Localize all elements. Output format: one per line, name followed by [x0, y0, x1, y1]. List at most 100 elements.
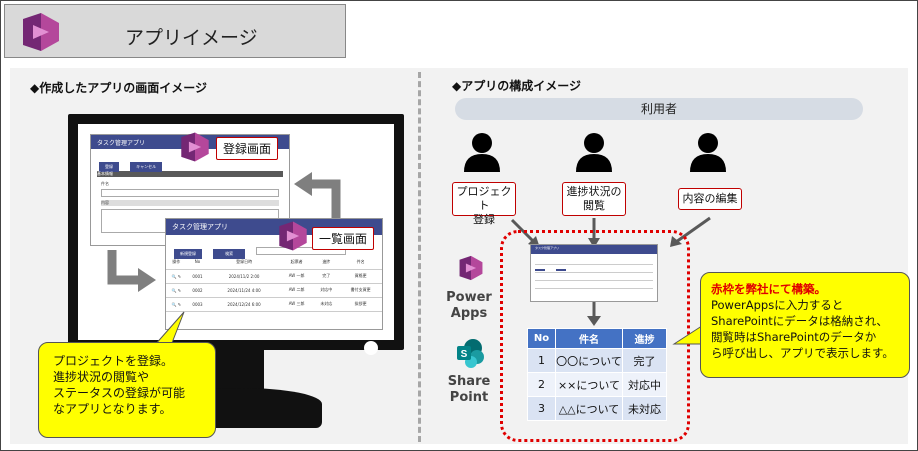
- row-actions[interactable]: 🔍 ✎: [166, 269, 187, 284]
- left-section-title: ◆作成したアプリの画面イメージ: [30, 81, 207, 95]
- cell-author: AW 二郎: [279, 283, 314, 298]
- table-row[interactable]: 🔍 ✎ 0001 2024/11/2 2:00 AW 一郎 完了 資格更: [166, 269, 382, 284]
- task-table: 操作 No 登録日時 起票者 進捗 件名 🔍 ✎ 0001 2024/11/2 …: [166, 255, 382, 312]
- cell-subject: △△について: [555, 396, 623, 421]
- mini-app-screen: タスク管理アプリ: [530, 244, 658, 302]
- action-progress-view: 進捗状況の 閲覧: [562, 182, 626, 216]
- cell-date: 2024/11/2 2:00: [208, 269, 280, 284]
- cell-no: 0002: [186, 283, 209, 298]
- power-apps-logo-icon: [23, 13, 59, 51]
- cell-date: 2024/12/24 6:00: [208, 297, 280, 312]
- header-band: アプリイメージ: [4, 4, 346, 58]
- cell-no: 3: [527, 396, 556, 421]
- power-apps-icon: [459, 255, 483, 281]
- power-apps-icon: [181, 132, 209, 162]
- cell-status: 完了: [622, 348, 667, 373]
- power-apps-icon: [279, 221, 307, 251]
- sharepoint-data-table: No 件名 進捗 1 〇〇について 完了 2 ××について 対応中 3 △△につ…: [527, 328, 667, 421]
- power-apps-label-line: Apps: [450, 306, 488, 321]
- sharepoint-label-line: Share: [447, 374, 491, 389]
- down-arrow-icon: [587, 302, 601, 326]
- search-icon[interactable]: 🔍: [171, 288, 176, 293]
- arrow-to-list-icon: [294, 172, 341, 218]
- cell-subject: 資格更: [339, 269, 382, 284]
- search-icon[interactable]: 🔍: [171, 302, 176, 307]
- cell-subject: 〇〇について: [555, 348, 623, 373]
- action-line: プロジェクト: [456, 185, 512, 212]
- cell-status: 完了: [313, 269, 340, 284]
- table-header-cell: No: [527, 328, 556, 349]
- cell-no: 0001: [186, 269, 209, 284]
- callout-line: PowerAppsに入力すると: [711, 298, 844, 312]
- row-actions[interactable]: 🔍 ✎: [166, 283, 187, 298]
- callout-line: プロジェクトを登録。: [53, 354, 174, 368]
- subject-input[interactable]: [101, 189, 279, 197]
- sharepoint-label: Share Point: [440, 374, 498, 406]
- row-actions[interactable]: 🔍 ✎: [166, 297, 187, 312]
- edit-icon[interactable]: ✎: [178, 274, 181, 279]
- power-apps-label: Power Apps: [440, 290, 498, 322]
- action-line: 内容の編集: [682, 192, 738, 205]
- right-callout: 赤枠を弊社にて構築。 PowerAppsに入力すると SharePointにデー…: [700, 272, 910, 378]
- users-bar: 利用者: [455, 98, 863, 120]
- monitor-stand: [210, 348, 264, 390]
- table-row[interactable]: 🔍 ✎ 0003 2024/12/24 6:00 AW 三郎 未対応 挨拶更: [166, 297, 382, 312]
- callout-line: なアプリとなります。: [53, 402, 172, 416]
- callout-title: 赤枠を弊社にて構築。: [711, 282, 826, 296]
- edit-icon[interactable]: ✎: [178, 302, 181, 307]
- label-list-screen: 一覧画面: [312, 227, 375, 250]
- power-apps-label-line: Power: [446, 290, 492, 305]
- group-label: 基本情報: [97, 171, 113, 176]
- page-title: アプリイメージ: [125, 27, 258, 49]
- cell-subject: 挨拶更: [339, 297, 382, 312]
- user-icon: [690, 133, 726, 172]
- sharepoint-icon: S: [457, 339, 484, 368]
- cell-no: 0003: [186, 297, 209, 312]
- mini-app-title-bar: タスク管理アプリ: [531, 245, 657, 254]
- cell-subject: 書付支資更: [339, 283, 382, 298]
- svg-text:S: S: [461, 349, 468, 360]
- arrow-to-register-icon: [107, 250, 156, 292]
- action-line: 進捗状況の: [566, 185, 622, 198]
- cell-author: AW 一郎: [279, 269, 314, 284]
- right-section-title: ◆アプリの構成イメージ: [452, 79, 581, 93]
- left-callout: プロジェクトを登録。 進捗状況の閲覧や ステータスの登録が可能 なアプリとなりま…: [38, 342, 216, 438]
- new-register-button[interactable]: 新規登録: [174, 249, 202, 259]
- cell-date: 2024/11/24 4:00: [208, 283, 280, 298]
- table-row[interactable]: 🔍 ✎ 0002 2024/11/24 4:00 AW 二郎 対応中 書付支資更: [166, 283, 382, 298]
- cell-status: 対応中: [313, 283, 340, 298]
- callout-line: SharePointにデータは格納され、: [711, 314, 888, 328]
- power-indicator-icon: [364, 341, 378, 355]
- user-icon: [576, 133, 612, 172]
- table-row: 3 △△について 未対応: [527, 396, 667, 421]
- mini-search-button[interactable]: [556, 269, 567, 271]
- action-project-register: プロジェクト 登録: [452, 182, 516, 226]
- cell-status: 未対応: [622, 396, 667, 421]
- table-header-cell: 件名: [555, 328, 623, 349]
- field-label-subject: 件名: [101, 181, 109, 186]
- search-icon[interactable]: 🔍: [171, 274, 176, 279]
- callout-line: ら呼び出し、アプリで表示します。: [711, 346, 894, 360]
- action-line: 閲覧: [583, 199, 605, 212]
- cell-status: 対応中: [622, 372, 667, 397]
- table-header-cell: 進捗: [622, 328, 667, 349]
- cell-status: 未対応: [313, 297, 340, 312]
- cancel-button[interactable]: キャンセル: [130, 162, 163, 172]
- edit-icon[interactable]: ✎: [178, 288, 181, 293]
- mini-row: [535, 280, 653, 286]
- user-icon: [464, 133, 500, 172]
- table-row: 1 〇〇について 完了: [527, 348, 667, 373]
- table-row: 2 ××について 対応中: [527, 372, 667, 397]
- mini-row: [535, 288, 653, 294]
- sharepoint-label-line: Point: [449, 390, 489, 405]
- field-label-content: 内容: [101, 200, 279, 206]
- action-edit-content: 内容の編集: [678, 188, 742, 210]
- cell-subject: ××について: [555, 372, 623, 397]
- mini-new-button[interactable]: [535, 269, 545, 271]
- section-divider: [418, 72, 421, 442]
- callout-line: 閲覧時はSharePointのデータか: [711, 330, 877, 344]
- cell-no: 1: [527, 348, 556, 373]
- search-button[interactable]: 検索: [213, 249, 246, 259]
- label-register-screen: 登録画面: [216, 137, 279, 160]
- callout-line: 進捗状況の閲覧や: [53, 370, 150, 384]
